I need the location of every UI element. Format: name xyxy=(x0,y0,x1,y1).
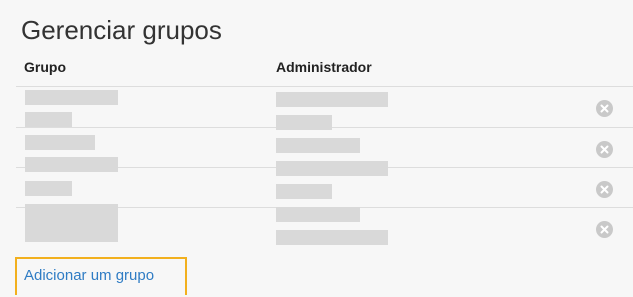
remove-circle-icon xyxy=(600,145,609,154)
remove-group-button[interactable] xyxy=(596,181,613,198)
manage-groups-panel: Gerenciar grupos Grupo Administrador Adi… xyxy=(0,0,633,297)
remove-circle-icon xyxy=(600,104,609,113)
table-header-divider xyxy=(16,86,633,87)
remove-group-button[interactable] xyxy=(596,100,613,117)
remove-group-button[interactable] xyxy=(596,221,613,238)
column-header-group: Grupo xyxy=(24,59,66,75)
admin-name-redacted xyxy=(276,184,332,199)
admin-name-redacted xyxy=(276,92,388,107)
page-title: Gerenciar grupos xyxy=(21,15,222,45)
group-name-redacted xyxy=(25,181,72,196)
admin-name-redacted xyxy=(276,138,360,153)
group-name-redacted xyxy=(25,212,118,227)
admin-name-redacted xyxy=(276,161,388,176)
remove-circle-icon xyxy=(600,185,609,194)
admin-name-redacted xyxy=(276,207,360,222)
group-name-redacted xyxy=(25,135,95,150)
group-name-redacted xyxy=(25,157,118,172)
admin-name-redacted xyxy=(276,230,388,245)
add-group-link[interactable]: Adicionar um grupo xyxy=(24,266,154,286)
remove-circle-icon xyxy=(600,225,609,234)
admin-name-redacted xyxy=(276,115,332,130)
remove-group-button[interactable] xyxy=(596,141,613,158)
group-name-redacted xyxy=(25,90,118,105)
column-header-admin: Administrador xyxy=(276,59,372,75)
group-name-redacted xyxy=(25,112,72,127)
group-name-redacted xyxy=(25,227,118,242)
